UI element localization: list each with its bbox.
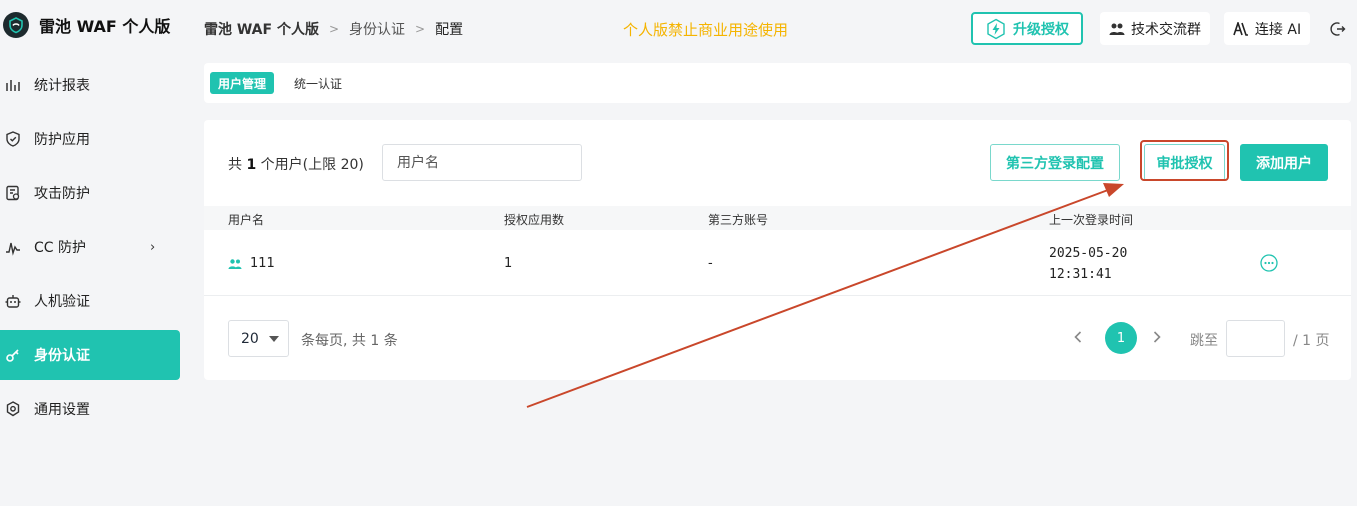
app-title: 雷池 WAF 个人版 xyxy=(39,17,171,36)
robot-icon xyxy=(5,295,21,308)
column-third-party: 第三方账号 xyxy=(708,213,769,227)
logout-icon xyxy=(1330,21,1346,36)
tab-user-management[interactable]: 用户管理 xyxy=(210,72,275,94)
sidebar-item-attack[interactable]: 攻击防护 xyxy=(0,168,180,218)
sidebar-item-label: 攻击防护 xyxy=(34,186,90,202)
shield-icon xyxy=(6,131,20,147)
username-search-input[interactable] xyxy=(382,144,582,181)
more-icon xyxy=(1260,254,1278,272)
key-icon xyxy=(6,349,19,362)
breadcrumb-auth[interactable]: 身份认证 xyxy=(349,19,405,39)
last-login-time: 12:31:41 xyxy=(1049,267,1112,282)
upgrade-license-button[interactable]: 升级授权 xyxy=(971,12,1083,45)
page-size-value: 20 xyxy=(241,330,259,347)
sidebar-item-apps[interactable]: 防护应用 xyxy=(0,114,180,164)
sidebar-item-label: 人机验证 xyxy=(34,294,90,310)
connect-ai-button[interactable]: 连接 AI xyxy=(1224,12,1310,45)
breadcrumb-current: 配置 xyxy=(435,22,464,38)
chevron-left-icon xyxy=(1074,331,1082,343)
third-party-cell: - xyxy=(708,256,713,271)
commercial-use-notice: 个人版禁止商业用途使用 xyxy=(623,21,789,39)
jump-to-label: 跳至 xyxy=(1190,333,1218,349)
user-group-icon xyxy=(228,258,242,269)
jump-page-input[interactable] xyxy=(1226,320,1285,357)
sidebar-item-auth[interactable]: 身份认证 xyxy=(0,330,180,380)
sidebar: 雷池 WAF 个人版 统计报表 防护应用 攻击防护 CC 防护 › 人机验证 身… xyxy=(0,0,190,506)
sidebar-item-settings[interactable]: 通用设置 xyxy=(0,384,180,434)
connect-ai-label: 连接 AI xyxy=(1254,21,1302,38)
sidebar-item-captcha[interactable]: 人机验证 xyxy=(0,276,180,326)
sidebar-item-label: 身份认证 xyxy=(34,348,90,364)
ai-logo-icon xyxy=(1233,21,1248,36)
column-app-count: 授权应用数 xyxy=(504,213,565,227)
top-bar: 雷池 WAF 个人版 > 身份认证 > 配置 个人版禁止商业用途使用 升级授权 … xyxy=(190,0,1357,58)
next-page-button[interactable] xyxy=(1153,328,1161,347)
user-list-card: 共 1 个用户(上限 20) 第三方登录配置 审批授权 添加用户 用户名 授权应… xyxy=(204,120,1351,380)
add-user-button[interactable]: 添加用户 xyxy=(1240,144,1328,181)
tech-group-button[interactable]: 技术交流群 xyxy=(1100,12,1210,45)
breadcrumb: 雷池 WAF 个人版 > 身份认证 > 配置 xyxy=(204,19,463,39)
pulse-icon xyxy=(6,242,20,256)
attack-log-icon xyxy=(6,185,20,201)
user-count-value: 1 xyxy=(246,157,257,173)
user-count-suffix: 个用户(上限 20) xyxy=(260,157,364,173)
upgrade-label: 升级授权 xyxy=(1013,21,1069,38)
gear-icon xyxy=(6,401,20,417)
page-size-select[interactable]: 20 xyxy=(228,320,289,357)
user-count: 共 1 个用户(上限 20) xyxy=(228,154,364,174)
safeline-logo-icon xyxy=(3,12,29,38)
user-count-prefix: 共 xyxy=(228,157,242,173)
app-count-cell: 1 xyxy=(504,256,513,271)
lightning-badge-icon xyxy=(987,18,1005,39)
per-page-summary: 条每页, 共 1 条 xyxy=(301,333,398,349)
sidebar-item-label: 统计报表 xyxy=(34,78,90,94)
table-row: 111 1 - 2025-05-20 12:31:41 xyxy=(204,230,1351,296)
tech-group-label: 技术交流群 xyxy=(1131,21,1201,38)
caret-down-icon xyxy=(268,335,279,342)
more-actions-button[interactable] xyxy=(1260,254,1278,272)
sidebar-nav: 统计报表 防护应用 攻击防护 CC 防护 › 人机验证 身份认证 通用设置 xyxy=(0,60,190,438)
app-logo[interactable]: 雷池 WAF 个人版 xyxy=(3,12,170,38)
logout-button[interactable] xyxy=(1327,12,1349,45)
sidebar-item-label: 通用设置 xyxy=(34,402,90,418)
breadcrumb-root[interactable]: 雷池 WAF 个人版 xyxy=(204,19,319,39)
prev-page-button[interactable] xyxy=(1074,328,1082,347)
third-party-login-config-button[interactable]: 第三方登录配置 xyxy=(990,144,1120,181)
sidebar-item-label: CC 防护 xyxy=(34,240,87,256)
sidebar-item-stats[interactable]: 统计报表 xyxy=(0,60,180,110)
last-login-cell: 2025-05-20 12:31:41 xyxy=(1049,243,1127,285)
column-username: 用户名 xyxy=(228,213,265,227)
chevron-right-icon xyxy=(1153,331,1161,343)
approve-authorization-button[interactable]: 审批授权 xyxy=(1144,144,1225,181)
breadcrumb-separator-icon: > xyxy=(328,22,340,36)
users-icon xyxy=(1109,23,1125,35)
sidebar-item-cc[interactable]: CC 防护 › xyxy=(0,222,180,272)
page-number-current[interactable]: 1 xyxy=(1105,322,1137,354)
total-pages-label: / 1 页 xyxy=(1293,333,1330,349)
column-last-login: 上一次登录时间 xyxy=(1049,213,1134,227)
tab-unified-auth[interactable]: 统一认证 xyxy=(286,72,350,94)
chevron-right-icon: › xyxy=(150,239,156,255)
auth-tabs: 用户管理 统一认证 xyxy=(204,63,1351,103)
bar-chart-icon xyxy=(6,80,20,91)
sidebar-item-label: 防护应用 xyxy=(34,132,90,148)
table-header: 用户名 授权应用数 第三方账号 上一次登录时间 xyxy=(204,206,1351,230)
user-name-cell: 111 xyxy=(228,256,275,271)
breadcrumb-separator-icon: > xyxy=(415,22,426,36)
last-login-date: 2025-05-20 xyxy=(1049,246,1128,261)
user-name: 111 xyxy=(250,256,275,271)
